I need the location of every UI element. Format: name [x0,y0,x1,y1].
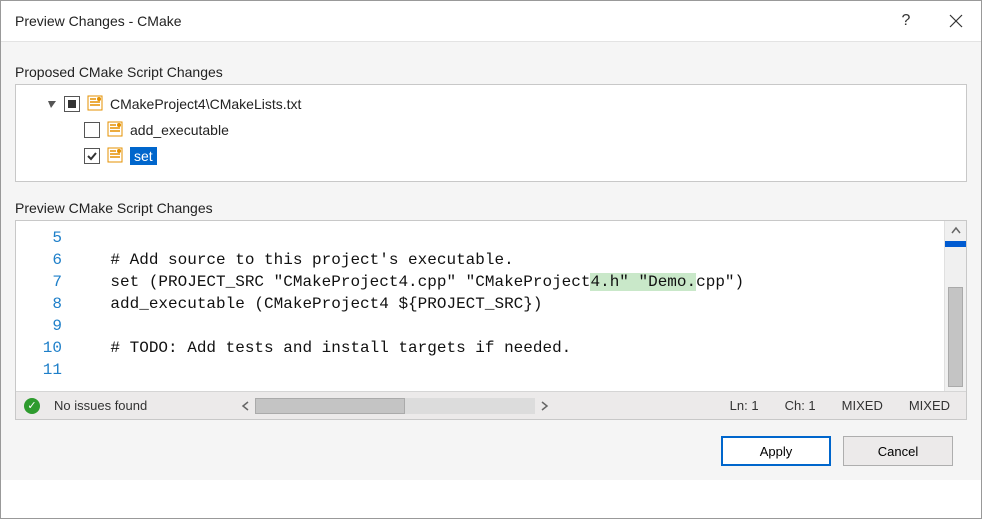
help-button[interactable]: ? [881,1,931,41]
preview-changes-heading: Preview CMake Script Changes [15,200,967,216]
line-number-gutter: 567891011 [16,221,72,391]
chevron-left-icon [241,401,251,411]
checkbox-unchecked[interactable] [84,122,100,138]
cancel-button[interactable]: Cancel [843,436,953,466]
tree-item-set[interactable]: set [24,143,958,169]
cursor-line: Ln: 1 [722,398,767,413]
window-title: Preview Changes - CMake [15,13,182,29]
apply-button[interactable]: Apply [721,436,831,466]
chevron-up-icon [951,226,961,236]
cursor-col: Ch: 1 [777,398,824,413]
expand-toggle[interactable] [46,98,58,110]
tree-root-label: CMakeProject4\CMakeLists.txt [110,96,301,112]
titlebar: Preview Changes - CMake ? [1,1,981,41]
editor-statusbar: ✓ No issues found Ln: 1 Ch: 1 MIXED MIXE… [16,391,966,419]
cmake-command-icon [106,146,124,167]
cmake-file-icon [86,94,104,115]
tree-item-label: add_executable [130,122,229,138]
dialog-footer: Apply Cancel [15,420,967,480]
chevron-down-icon [46,98,58,110]
tree-root-row[interactable]: CMakeProject4\CMakeLists.txt [24,91,958,117]
scroll-up-arrow[interactable] [945,221,966,241]
proposed-changes-heading: Proposed CMake Script Changes [15,64,967,80]
horizontal-scrollbar[interactable] [237,397,553,415]
code-area[interactable]: # Add source to this project's executabl… [72,221,944,391]
cmake-command-icon [106,120,124,141]
tree-item-label: set [130,147,157,165]
issues-status: No issues found [54,398,147,413]
close-button[interactable] [931,1,981,41]
encoding: MIXED [901,398,958,413]
line-endings: MIXED [834,398,891,413]
chevron-right-icon [539,401,549,411]
scroll-left-arrow[interactable] [237,397,255,415]
hscroll-thumb[interactable] [255,398,405,414]
close-icon [949,14,963,28]
changes-tree: CMakeProject4\CMakeLists.txt add_executa… [15,84,967,182]
tree-item-add-executable[interactable]: add_executable [24,117,958,143]
scroll-thumb[interactable] [948,287,963,387]
checkbox-indeterminate[interactable] [64,96,80,112]
checkbox-checked[interactable] [84,148,100,164]
code-preview-editor: 567891011 # Add source to this project's… [15,220,967,420]
ok-check-icon: ✓ [24,398,40,414]
scroll-right-arrow[interactable] [535,397,553,415]
vertical-scrollbar[interactable] [944,221,966,391]
